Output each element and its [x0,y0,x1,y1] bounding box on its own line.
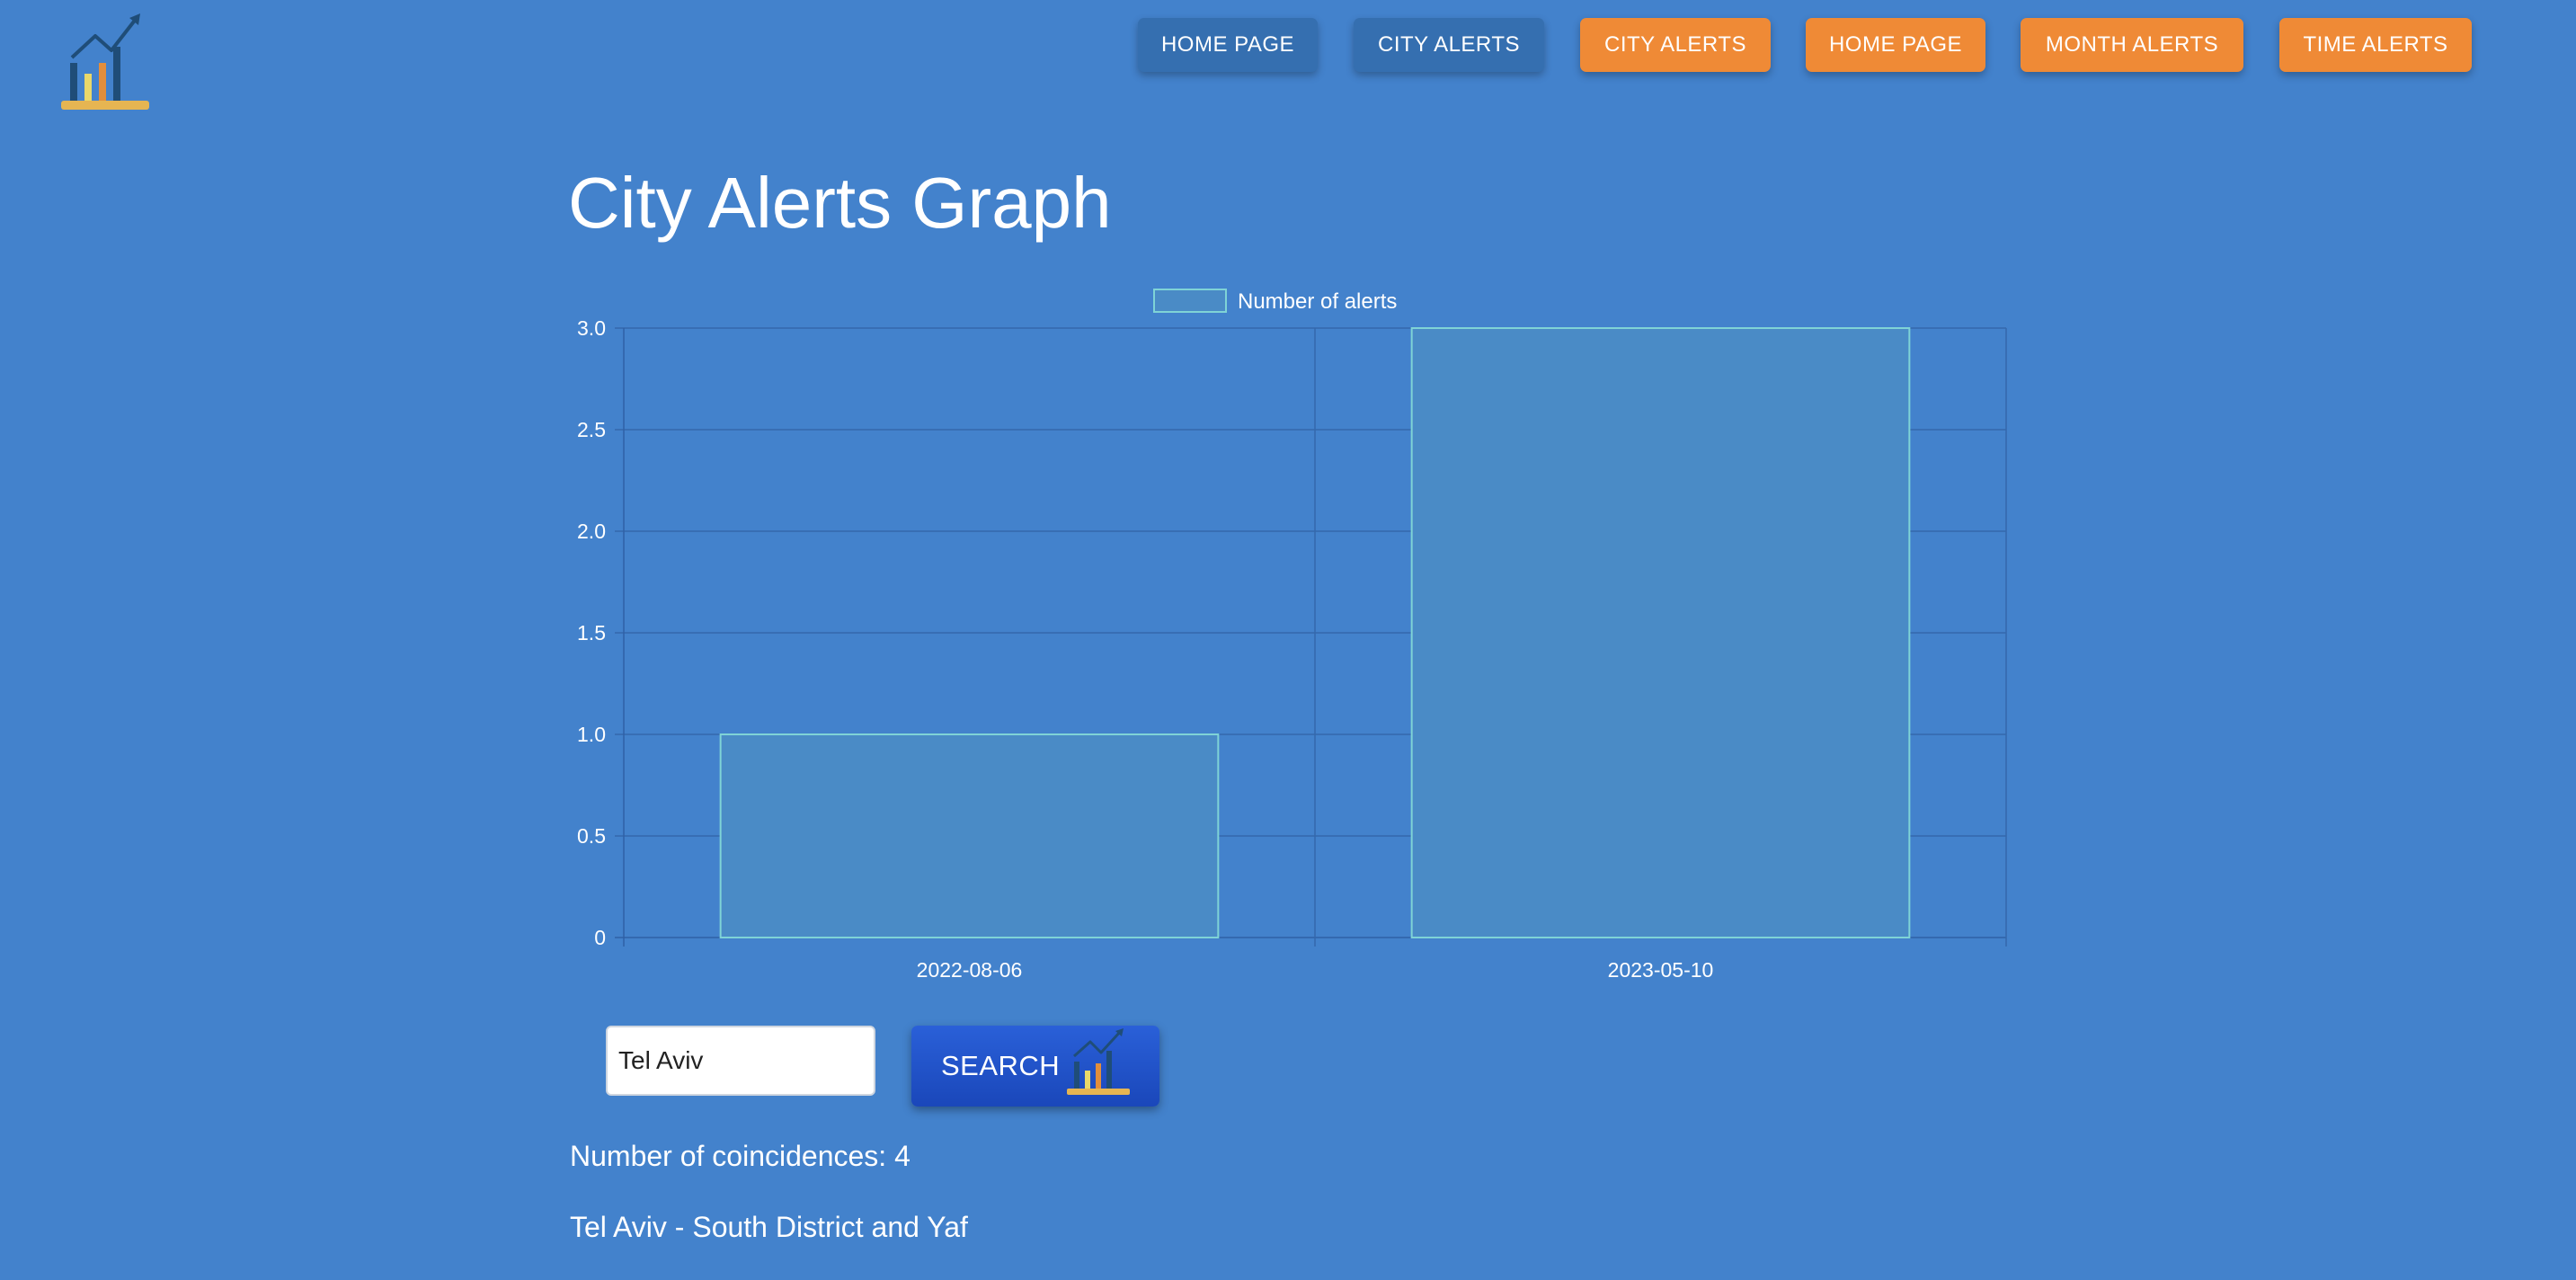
y-tick-label: 2.0 [577,520,606,543]
nav-time-alerts-button[interactable]: TIME ALERTS [2279,18,2472,72]
logo-chart-icon[interactable] [59,11,151,111]
y-tick-label: 0.5 [577,824,606,848]
page-title: City Alerts Graph [568,163,1112,243]
coincidences-count: Number of coincidences: 4 [570,1140,910,1172]
nav-home-page-button[interactable]: HOME PAGE [1138,18,1318,72]
nav-city-alerts-button-orange[interactable]: CITY ALERTS [1580,18,1771,72]
bar [719,733,1220,938]
y-tick-label: 1.0 [577,723,606,746]
legend-label: Number of alerts [1238,289,1397,314]
y-tick-label: 0 [594,926,606,949]
legend-swatch [1153,289,1227,313]
x-tick-label: 2022-08-06 [917,958,1023,982]
nav-month-alerts-button[interactable]: MONTH ALERTS [2021,18,2243,72]
city-result-item[interactable]: Tel Aviv - South District and Yaf [570,1211,968,1244]
x-tick-label: 2023-05-10 [1608,958,1714,982]
nav-home-page-button-orange[interactable]: HOME PAGE [1806,18,1985,72]
chart-icon [1067,1028,1130,1095]
city-alerts-bar-chart: 0 0.5 1.0 1.5 2.0 2.5 3.0 2022-08-06 2023-05-10 N… [577,289,2007,982]
y-tick-label: 1.5 [577,621,606,644]
page: HOME PAGE CITY ALERTS CITY ALERTS HOME P… [0,0,2576,1280]
y-tick-label: 3.0 [577,316,606,340]
search-button[interactable]: SEARCH [911,1026,1159,1107]
city-search-input[interactable] [606,1026,875,1096]
nav-city-alerts-button[interactable]: CITY ALERTS [1354,18,1544,72]
bar [1410,327,1911,938]
y-tick-label: 2.5 [577,418,606,441]
search-button-label: SEARCH [941,1050,1061,1081]
